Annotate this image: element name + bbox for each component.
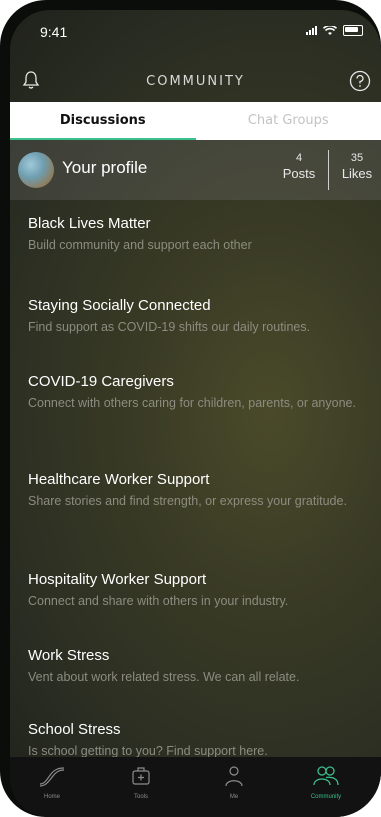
tab-me-label: Me	[229, 794, 239, 800]
discussion-healthcare-worker-support[interactable]: Healthcare Worker Support Share stories …	[28, 471, 368, 511]
discussion-title: Black Lives Matter	[28, 215, 151, 232]
bottom-tab-bar: Home Tools Me Community	[10, 757, 381, 817]
posts-count: 4	[295, 152, 303, 164]
status-icons	[306, 25, 363, 36]
tab-community-label: Community	[310, 794, 342, 800]
discussion-school-stress[interactable]: School Stress Is school getting to you? …	[28, 721, 368, 761]
tab-chat-groups[interactable]: Chat Groups	[196, 102, 381, 140]
likes-stat[interactable]: 35 Likes	[333, 152, 381, 181]
status-bar: 9:41	[10, 10, 381, 54]
tab-tools[interactable]: Tools	[111, 765, 171, 800]
discussion-title: Healthcare Worker Support	[28, 471, 210, 488]
discussion-title: Staying Socially Connected	[28, 297, 211, 314]
tab-discussions[interactable]: Discussions	[10, 102, 196, 140]
profile-label: Your profile	[62, 158, 148, 177]
discussion-title: Hospitality Worker Support	[28, 571, 207, 588]
discussion-description: Vent about work related stress. We can a…	[28, 670, 300, 684]
phone-frame: 9:41 COMMUNITY Discussions Chat Groups Y…	[0, 0, 381, 817]
discussion-hospitality-worker-support[interactable]: Hospitality Worker Support Connect and s…	[28, 571, 368, 611]
stat-divider	[328, 150, 329, 190]
discussion-title: Work Stress	[28, 647, 110, 664]
discussion-title: COVID-19 Caregivers	[28, 373, 174, 390]
likes-count: 35	[350, 152, 364, 164]
tab-home-label: Home	[43, 794, 60, 800]
discussion-covid-caregivers[interactable]: COVID-19 Caregivers Connect with others …	[28, 373, 368, 413]
discussion-staying-socially-connected[interactable]: Staying Socially Connected Find support …	[28, 297, 368, 337]
profile-row[interactable]: Your profile 4 Posts 35 Likes	[10, 140, 381, 200]
tools-icon	[130, 767, 152, 791]
community-icon	[313, 766, 339, 791]
tab-home[interactable]: Home	[22, 765, 82, 800]
wifi-icon	[323, 25, 337, 35]
tab-me[interactable]: Me	[204, 765, 264, 800]
app-screen: 9:41 COMMUNITY Discussions Chat Groups Y…	[10, 10, 381, 817]
likes-label: Likes	[341, 166, 373, 181]
status-time: 9:41	[40, 24, 68, 40]
tab-community[interactable]: Community	[296, 765, 356, 800]
discussion-black-lives-matter[interactable]: Black Lives Matter Build community and s…	[28, 215, 368, 255]
tab-tools-label: Tools	[133, 794, 148, 800]
signal-icon	[306, 26, 317, 35]
page-title: COMMUNITY	[146, 74, 245, 89]
discussion-description: Connect and share with others in your in…	[28, 594, 289, 608]
me-icon	[223, 766, 245, 791]
battery-icon	[343, 25, 363, 36]
help-icon[interactable]	[349, 70, 371, 96]
discussion-description: Share stories and find strength, or expr…	[28, 494, 347, 508]
discussion-description: Build community and support each other	[28, 238, 252, 252]
avatar	[18, 152, 54, 188]
discussion-work-stress[interactable]: Work Stress Vent about work related stre…	[28, 647, 368, 687]
posts-label: Posts	[282, 166, 316, 181]
posts-stat[interactable]: 4 Posts	[275, 152, 323, 181]
discussion-description: Connect with others caring for children,…	[28, 396, 356, 410]
discussion-title: School Stress	[28, 721, 121, 738]
home-icon	[37, 767, 67, 791]
tab-bar-top: Discussions Chat Groups	[10, 102, 381, 140]
app-header: COMMUNITY	[10, 68, 381, 98]
discussion-description: Find support as COVID-19 shifts our dail…	[28, 320, 311, 334]
